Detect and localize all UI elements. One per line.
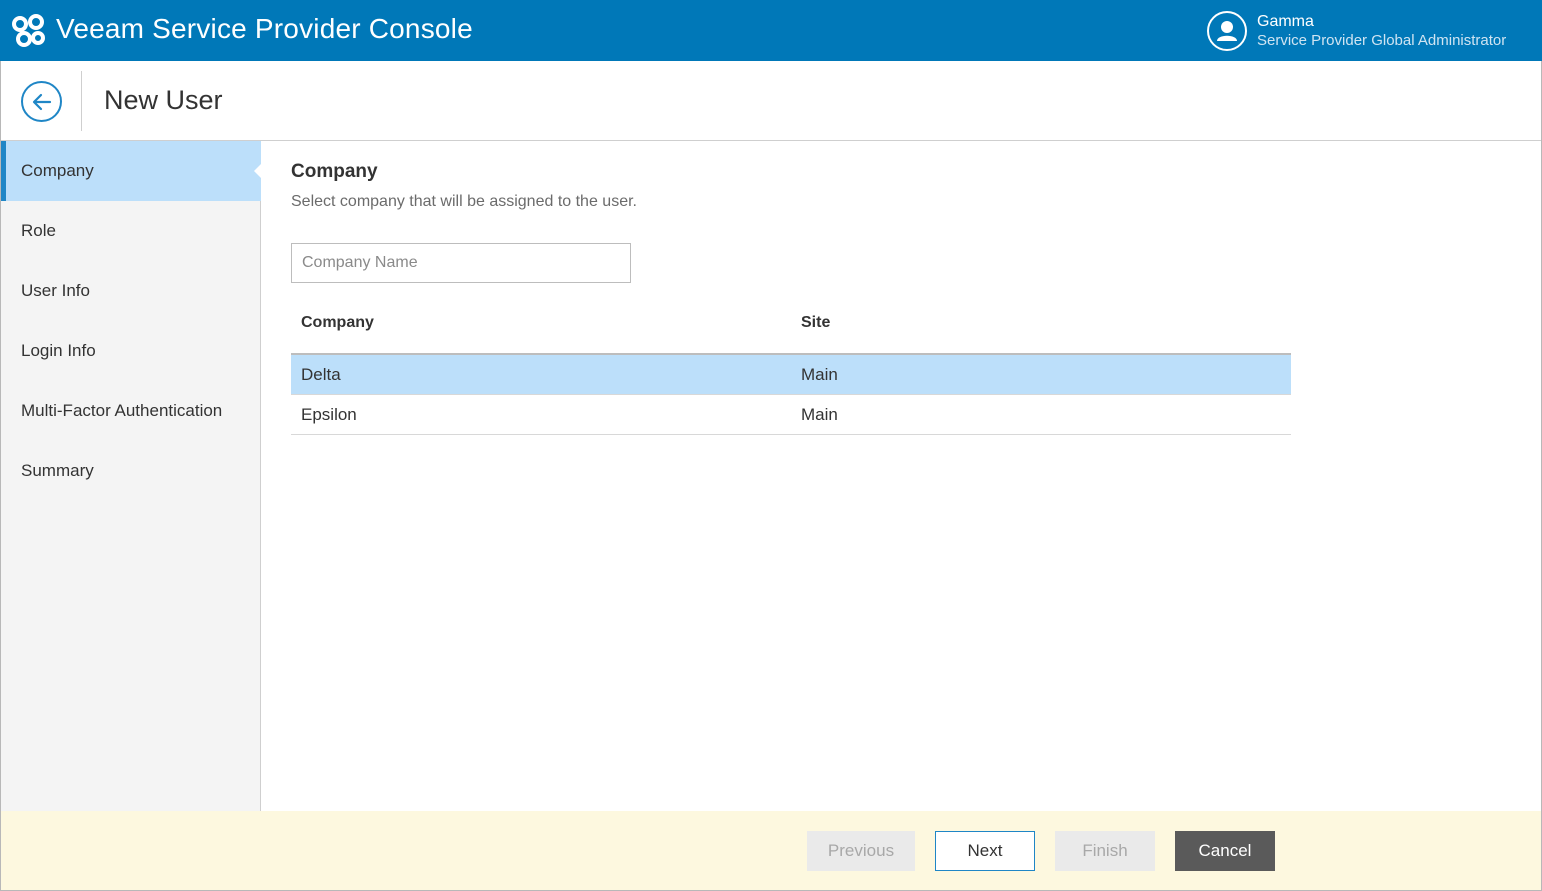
step-company[interactable]: Company bbox=[1, 141, 262, 201]
page-title: New User bbox=[104, 85, 223, 115]
header-divider bbox=[81, 71, 82, 131]
section-description: Select company that will be assigned to … bbox=[291, 193, 637, 210]
table-header: Company Site bbox=[291, 303, 1291, 355]
cell-company: Delta bbox=[301, 365, 341, 384]
user-name[interactable]: Gamma bbox=[1257, 13, 1314, 31]
back-button[interactable] bbox=[21, 81, 62, 122]
column-header-site[interactable]: Site bbox=[801, 314, 830, 332]
company-table: Company Site Delta Main Epsilon Main bbox=[291, 303, 1291, 435]
cell-site: Main bbox=[801, 405, 838, 424]
veeam-logo-icon bbox=[12, 14, 45, 47]
table-row[interactable]: Delta Main bbox=[291, 355, 1291, 395]
wizard-steps-sidebar: Company Role User Info Login Info Multi-… bbox=[1, 141, 262, 811]
column-header-company[interactable]: Company bbox=[301, 314, 374, 332]
back-arrow-icon bbox=[32, 93, 52, 111]
user-avatar-icon[interactable] bbox=[1207, 11, 1247, 51]
step-user-info[interactable]: User Info bbox=[1, 261, 261, 321]
wizard-header: New User bbox=[1, 61, 1541, 141]
table-row[interactable]: Epsilon Main bbox=[291, 395, 1291, 435]
previous-button[interactable]: Previous bbox=[807, 831, 915, 871]
wizard-footer: Previous Next Finish Cancel bbox=[1, 811, 1541, 890]
next-button[interactable]: Next bbox=[935, 831, 1035, 871]
section-title: Company bbox=[291, 161, 378, 182]
step-multi-factor-authentication[interactable]: Multi-Factor Authentication bbox=[1, 381, 261, 441]
step-summary[interactable]: Summary bbox=[1, 441, 261, 501]
company-name-search-input[interactable] bbox=[291, 243, 631, 283]
finish-button[interactable]: Finish bbox=[1055, 831, 1155, 871]
step-login-info[interactable]: Login Info bbox=[1, 321, 261, 381]
step-role[interactable]: Role bbox=[1, 201, 261, 261]
cancel-button[interactable]: Cancel bbox=[1175, 831, 1275, 871]
app-title: Veeam Service Provider Console bbox=[56, 13, 473, 44]
cell-company: Epsilon bbox=[301, 405, 357, 424]
user-role: Service Provider Global Administrator bbox=[1257, 32, 1507, 49]
cell-site: Main bbox=[801, 365, 838, 384]
main-content: Company Select company that will be assi… bbox=[262, 141, 1540, 811]
top-bar: Veeam Service Provider Console Gamma Ser… bbox=[0, 0, 1542, 61]
